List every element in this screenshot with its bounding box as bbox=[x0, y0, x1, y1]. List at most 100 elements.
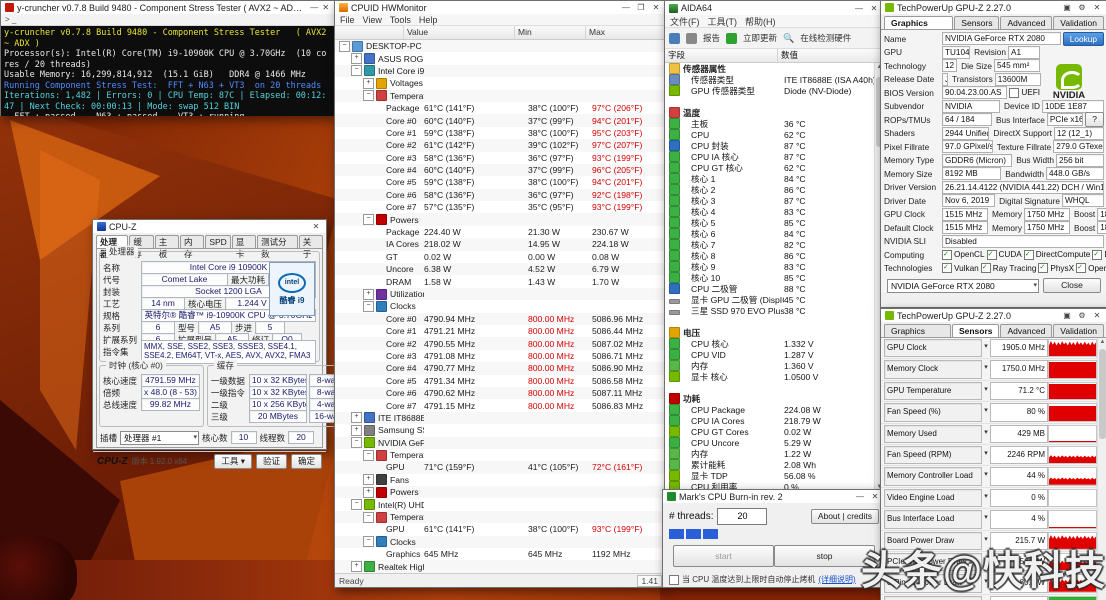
tree-row[interactable]: +Fans bbox=[335, 474, 666, 486]
about-button[interactable]: About | credits bbox=[811, 509, 879, 524]
minimize-icon[interactable]: — bbox=[310, 2, 319, 13]
expand-icon[interactable]: + bbox=[363, 474, 374, 485]
column-min[interactable]: Min bbox=[515, 26, 586, 39]
tree-row[interactable]: Core #559°C (138°F)38°C (100°F)94°C (201… bbox=[335, 176, 666, 188]
sensor-row[interactable]: CPU 二极管88 °C bbox=[665, 283, 884, 294]
dropdown-arrow-icon[interactable]: ▾ bbox=[982, 382, 990, 400]
tree-row[interactable]: Core #159°C (138°F)38°C (100°F)95°C (203… bbox=[335, 127, 666, 139]
collapse-icon[interactable]: − bbox=[363, 214, 374, 225]
ok-button[interactable]: 确定 bbox=[291, 454, 322, 469]
menu-item-tools[interactable]: Tools bbox=[390, 15, 411, 25]
tree-row[interactable]: DRAM1.58 W1.43 W1.70 W bbox=[335, 275, 666, 287]
sensor-row[interactable]: CPU Package224.08 W bbox=[665, 404, 884, 415]
menu-item-t[interactable]: 工具(T) bbox=[708, 15, 738, 28]
collapse-icon[interactable]: − bbox=[363, 512, 374, 523]
tree-row[interactable]: −Intel(R) UHD Graphics 630 bbox=[335, 498, 666, 510]
gpu-sensor-row[interactable]: Memory Clock▾1750.0 MHz bbox=[881, 359, 1106, 380]
tree-row[interactable]: Core #24790.55 MHz800.00 MHz5087.02 MHz bbox=[335, 337, 666, 349]
column-value[interactable]: Value bbox=[404, 26, 515, 39]
gpu-sensor-row[interactable]: Fan Speed (RPM)▾2246 RPM bbox=[881, 445, 1106, 466]
tree-row[interactable]: Core #757°C (135°F)35°C (95°F)93°C (199°… bbox=[335, 201, 666, 213]
toolbar-report-label[interactable]: 报告 bbox=[703, 32, 720, 44]
tree-row[interactable]: Graphics645 MHz645 MHz1192 MHz bbox=[335, 548, 666, 560]
section-header[interactable]: 传感器属性 bbox=[665, 63, 884, 74]
cpuz-titlebar[interactable]: CPU-Z ✕ bbox=[93, 220, 326, 233]
tree-row[interactable]: Core #658°C (136°F)36°C (97°F)92°C (198°… bbox=[335, 189, 666, 201]
dropdown-arrow-icon[interactable]: ▾ bbox=[982, 510, 990, 528]
collapse-icon[interactable]: − bbox=[363, 90, 374, 101]
collapse-icon[interactable]: − bbox=[351, 65, 362, 76]
gpuz-titlebar[interactable]: TechPowerUp GPU-Z 2.27.0 ▣ ⚙ ✕ bbox=[881, 1, 1106, 14]
toolbar-detect-label[interactable]: 在线检测硬件 bbox=[800, 32, 851, 44]
aida64-window[interactable]: AIDA64 — ✕ 文件(F)工具(T)帮助(H) 报告立即更新🔍在线检测硬件… bbox=[664, 0, 885, 492]
dropdown-arrow-icon[interactable]: ▾ bbox=[982, 489, 990, 507]
tree-row[interactable]: −NVIDIA GeForce RTX 2080 bbox=[335, 437, 666, 449]
update-arrow-icon[interactable] bbox=[726, 33, 737, 44]
gpu-select[interactable]: NVIDIA GeForce RTX 2080 bbox=[887, 279, 1039, 293]
uefi-checkbox[interactable]: UEFI bbox=[1009, 88, 1040, 98]
tab--[interactable]: 测试分数 bbox=[257, 235, 298, 248]
tab--[interactable]: 主板 bbox=[155, 235, 179, 248]
tree-row[interactable]: +Utilization bbox=[335, 288, 666, 300]
tree-row[interactable]: Core #34791.08 MHz800.00 MHz5086.71 MHz bbox=[335, 350, 666, 362]
magnifier-icon[interactable]: 🔍 bbox=[783, 33, 794, 44]
tree-row[interactable]: Uncore6.38 W4.52 W6.79 W bbox=[335, 263, 666, 275]
expand-icon[interactable]: + bbox=[351, 412, 362, 423]
tree-row[interactable]: Package61°C (141°F)38°C (100°F)97°C (206… bbox=[335, 102, 666, 114]
menu-item-view[interactable]: View bbox=[363, 15, 382, 25]
close-icon[interactable]: ✕ bbox=[650, 2, 662, 13]
gpu-sensor-row[interactable]: Fan Speed (%)▾80 % bbox=[881, 402, 1106, 423]
tools-button[interactable]: 工具 ▾ bbox=[214, 454, 252, 469]
gpu-sensor-row[interactable]: Memory Controller Load▾44 % bbox=[881, 466, 1106, 487]
burnin-titlebar[interactable]: Mark's CPU Burn-in rev. 2 — ✕ bbox=[663, 490, 885, 503]
gpu-sensor-row[interactable]: Bus Interface Load▾4 % bbox=[881, 509, 1106, 530]
dropdown-arrow-icon[interactable]: ▾ bbox=[982, 339, 990, 357]
feature-checkbox-physx[interactable]: ✓PhysX bbox=[1038, 263, 1074, 273]
menu-item-h[interactable]: 帮助(H) bbox=[745, 15, 776, 28]
tab-advanced[interactable]: Advanced bbox=[1000, 324, 1052, 337]
hwmonitor-window[interactable]: CPUID HWMonitor — ❐ ✕ FileViewToolsHelp … bbox=[334, 0, 667, 588]
sensor-row[interactable]: CPU VID1.287 V bbox=[665, 349, 884, 360]
tree-row[interactable]: Core #460°C (140°F)37°C (99°F)96°C (205°… bbox=[335, 164, 666, 176]
close-icon[interactable]: ✕ bbox=[1091, 310, 1103, 321]
sensor-row[interactable]: 核心 983 °C bbox=[665, 261, 884, 272]
sensor-row[interactable]: CPU 封装87 °C bbox=[665, 140, 884, 151]
tree-row[interactable]: Core #261°C (142°F)39°C (102°F)97°C (207… bbox=[335, 139, 666, 151]
tab-validation[interactable]: Validation bbox=[1053, 324, 1104, 337]
sensor-row[interactable]: CPU GT Cores0.02 W bbox=[665, 426, 884, 437]
tree-row[interactable]: +ASUS ROG MAXIMUS XII APEX (Z490) bbox=[335, 52, 666, 64]
tree-row[interactable]: Core #04790.94 MHz800.00 MHz5086.96 MHz bbox=[335, 313, 666, 325]
sensor-row[interactable]: 核心 886 °C bbox=[665, 250, 884, 261]
aida64-titlebar[interactable]: AIDA64 — ✕ bbox=[665, 1, 884, 15]
sensor-row[interactable]: 三星 SSD 970 EVO Plus 1TB38 °C bbox=[665, 305, 884, 316]
expand-icon[interactable]: + bbox=[351, 561, 362, 572]
console-window[interactable]: y-cruncher v0.7.8 Build 9480 - Component… bbox=[0, 0, 335, 116]
tab--[interactable]: 显卡 bbox=[232, 235, 256, 248]
close-button[interactable]: Close bbox=[1043, 278, 1101, 293]
socket-select[interactable]: 处理器 #1 bbox=[120, 431, 199, 445]
tree-row[interactable]: Core #358°C (136°F)36°C (97°F)93°C (199°… bbox=[335, 152, 666, 164]
hwmonitor-titlebar[interactable]: CPUID HWMonitor — ❐ ✕ bbox=[335, 1, 666, 14]
toolbar-update-label[interactable]: 立即更新 bbox=[743, 32, 777, 44]
maximize-icon[interactable]: ❐ bbox=[635, 2, 647, 13]
expand-icon[interactable]: + bbox=[363, 289, 374, 300]
console-titlebar[interactable]: y-cruncher v0.7.8 Build 9480 - Component… bbox=[1, 1, 334, 14]
tree-row[interactable]: Core #64790.62 MHz800.00 MHz5087.11 MHz bbox=[335, 387, 666, 399]
tab-graphics-card[interactable]: Graphics Card bbox=[884, 16, 953, 29]
tree-row[interactable]: −Clocks bbox=[335, 536, 666, 548]
sensor-row[interactable]: 核心 483 °C bbox=[665, 206, 884, 217]
sensor-row[interactable]: 核心 585 °C bbox=[665, 217, 884, 228]
stop-button[interactable]: stop bbox=[774, 545, 875, 567]
collapse-icon[interactable]: − bbox=[363, 301, 374, 312]
tree-row[interactable]: +ITE IT8688E (ASUS EC) bbox=[335, 412, 666, 424]
scroll-thumb[interactable] bbox=[1099, 349, 1106, 439]
collapse-icon[interactable]: − bbox=[363, 450, 374, 461]
dropdown-arrow-icon[interactable]: ▾ bbox=[982, 403, 990, 421]
tab--[interactable]: 关于 bbox=[299, 235, 323, 248]
tree-row[interactable]: −Powers bbox=[335, 213, 666, 225]
tree-row[interactable]: −Temperatures bbox=[335, 511, 666, 523]
threads-input[interactable] bbox=[717, 508, 767, 525]
sensor-row[interactable]: CPU Uncore5.29 W bbox=[665, 437, 884, 448]
column-max[interactable]: Max bbox=[586, 26, 666, 39]
tree-row[interactable]: −DESKTOP-PC bbox=[335, 40, 666, 52]
